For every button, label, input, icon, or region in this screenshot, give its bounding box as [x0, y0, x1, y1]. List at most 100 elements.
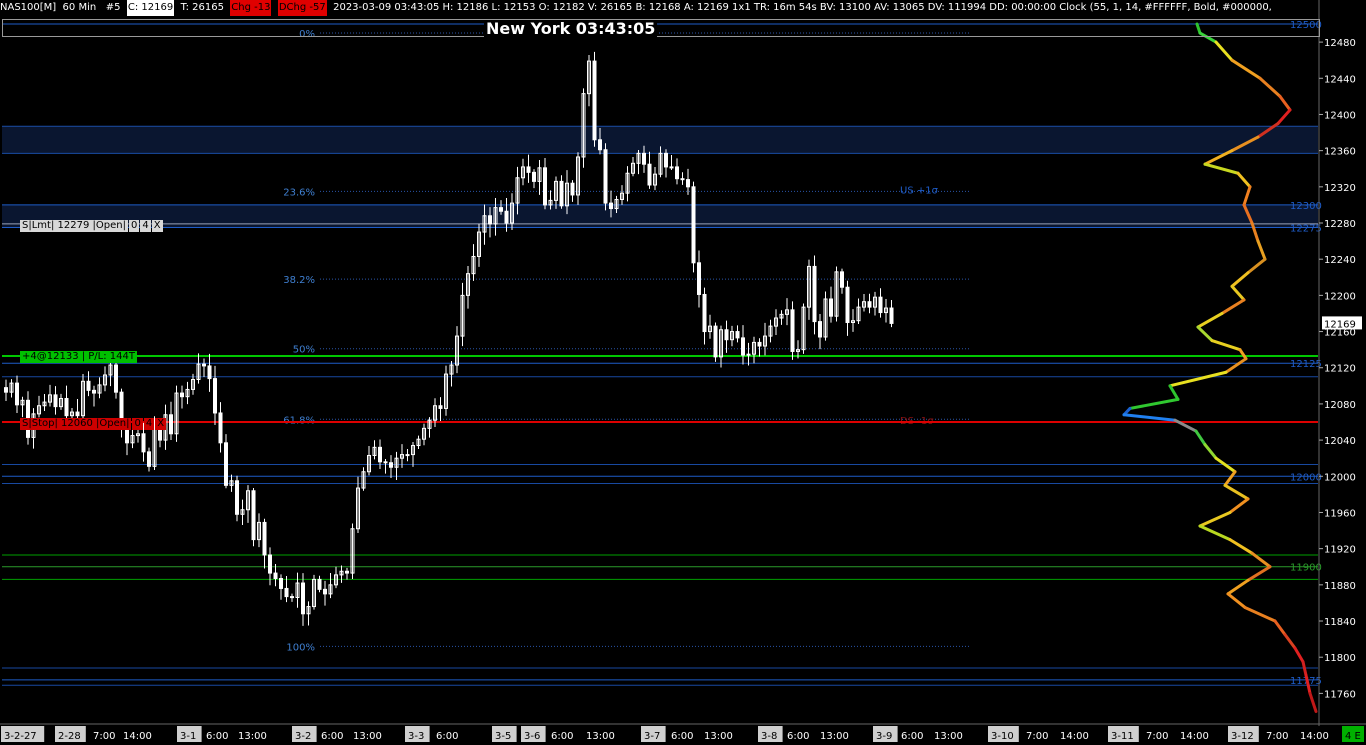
candle-body — [279, 578, 283, 589]
fib-level-label: 38.2% — [283, 275, 315, 286]
level-price-label: 12300 — [1290, 201, 1322, 212]
position-tag[interactable]: +4@12133 | P/L: 144T — [20, 351, 137, 363]
candle-body — [669, 166, 674, 169]
level-price-label: 12000 — [1290, 472, 1322, 483]
time-axis-label: 3-1 — [180, 731, 196, 742]
current-price-label: 12169 — [1324, 319, 1356, 330]
price-axis-label: 11840 — [1324, 617, 1356, 628]
time-axis-label: 3-2-27 — [4, 731, 37, 742]
time-axis-label: 7:00 — [1026, 731, 1048, 742]
candle-body — [504, 210, 509, 224]
candle-body — [570, 182, 575, 196]
candle-body — [92, 389, 96, 394]
candle-body — [735, 331, 740, 339]
time-axis-label: 3-10 — [991, 731, 1014, 742]
candle-body — [845, 286, 850, 324]
candle-body — [323, 588, 327, 595]
candle-body — [499, 207, 503, 212]
time-axis-label: 14:00 — [1300, 731, 1329, 742]
volume-profile-segment — [1278, 94, 1292, 112]
candle-body — [840, 271, 844, 288]
candle-body — [389, 462, 393, 468]
candle-body — [724, 329, 729, 341]
price-chart[interactable]: 125001230012275121251200011900117750%23.… — [0, 0, 1366, 745]
volume-profile-segment — [1258, 76, 1282, 98]
volume-profile-segment — [1226, 592, 1247, 609]
volume-profile-segment — [1308, 691, 1318, 713]
clock-frame — [2, 19, 1320, 37]
time-axis-label: 13:00 — [934, 731, 963, 742]
volume-profile-segment — [1198, 510, 1232, 528]
band-annotation: US +1σ — [900, 186, 939, 197]
candle-body — [878, 296, 883, 314]
price-axis-label: 11880 — [1324, 581, 1356, 592]
candle-body — [680, 178, 685, 181]
candle-body — [290, 596, 294, 599]
candle-body — [829, 298, 833, 317]
candle-body — [713, 325, 718, 358]
candle-body — [812, 265, 817, 323]
time-axis-label: 13:00 — [820, 731, 849, 742]
candle-body — [889, 307, 894, 324]
candle-body — [273, 572, 278, 580]
volume-profile-segment — [1226, 578, 1250, 596]
candle-body — [235, 480, 239, 515]
candle-body — [675, 166, 679, 180]
stop-order-count[interactable]: 4 — [143, 418, 155, 430]
volume-profile-segment — [1196, 311, 1224, 329]
time-axis-label: 2-28 — [58, 731, 81, 742]
price-axis-label: 12360 — [1324, 147, 1356, 158]
limit-order-qty[interactable]: 0 — [128, 220, 140, 232]
level-price-label: 12275 — [1290, 224, 1322, 235]
limit-order-count[interactable]: 4 — [140, 220, 151, 232]
candle-body — [15, 382, 19, 406]
price-axis-label: 12400 — [1324, 110, 1356, 121]
volume-profile-segment — [1228, 497, 1250, 514]
limit-order-tag[interactable]: S|Lmt| 12279 |Open| 0 4 X — [20, 220, 163, 232]
volume-profile-segment — [1196, 325, 1214, 343]
price-axis-label: 12000 — [1324, 472, 1356, 483]
candle-body — [251, 490, 256, 541]
candle-body — [169, 414, 173, 435]
corner-label: 4 E — [1345, 731, 1361, 742]
candle-body — [686, 179, 690, 188]
candle-body — [559, 180, 564, 207]
time-axis-label: 6:00 — [321, 731, 343, 742]
price-axis-label: 12080 — [1324, 400, 1356, 411]
volume-profile-segment — [1210, 339, 1242, 352]
volume-profile-segment — [1283, 633, 1297, 650]
candle-body — [818, 321, 822, 338]
price-axis-label: 12120 — [1324, 364, 1356, 375]
candle-body — [526, 166, 531, 173]
time-axis-label: 3-3 — [408, 731, 424, 742]
price-axis-label: 11760 — [1324, 689, 1356, 700]
time-axis-label: 14:00 — [123, 731, 152, 742]
time-axis-label: 3-11 — [1111, 731, 1134, 742]
time-axis-label: 3-7 — [644, 731, 660, 742]
limit-order-label: S|Lmt| 12279 |Open| — [20, 220, 128, 232]
time-axis-label: 13:00 — [586, 731, 615, 742]
fib-level-label: 61.8% — [283, 415, 315, 426]
time-axis-label: 14:00 — [1060, 731, 1089, 742]
candle-body — [691, 186, 696, 264]
time-axis-label: 3-12 — [1231, 731, 1254, 742]
limit-order-close-button[interactable]: X — [151, 220, 163, 232]
price-axis-label: 12440 — [1324, 74, 1356, 85]
price-axis-label: 12040 — [1324, 436, 1356, 447]
candle-body — [4, 387, 8, 393]
stop-order-qty[interactable]: 0 — [132, 418, 143, 430]
time-axis-label: 3-2 — [295, 731, 311, 742]
candle-body — [702, 293, 707, 333]
candle-body — [488, 215, 492, 225]
time-axis-label: 13:00 — [353, 731, 382, 742]
stop-order-close-button[interactable]: X — [155, 418, 167, 430]
time-axis-label: 3-5 — [495, 731, 511, 742]
stop-order-tag[interactable]: S|Stop| 12060 |Open| 0 4 X — [20, 418, 167, 430]
volume-profile-segment — [1246, 257, 1267, 275]
candle-body — [207, 365, 212, 380]
time-axis-label: 13:00 — [238, 731, 267, 742]
volume-profile-segment — [1230, 284, 1246, 302]
candle-body — [218, 412, 223, 444]
candle-body — [405, 454, 410, 457]
candle-body — [317, 578, 322, 590]
